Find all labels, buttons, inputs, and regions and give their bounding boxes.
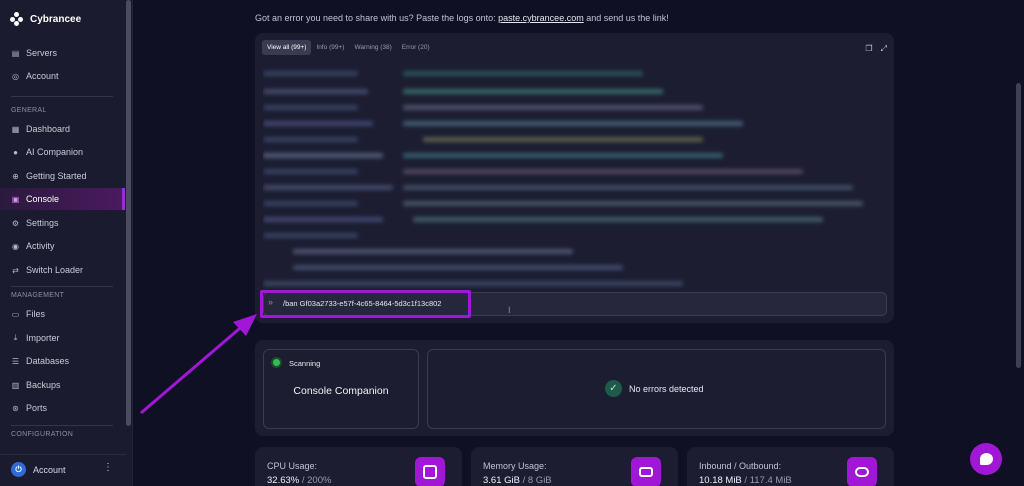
tab-view-all[interactable]: View all (99+) — [262, 40, 312, 55]
sidebar-item-label: AI Companion — [26, 147, 84, 157]
memory-label: Memory Usage: — [483, 461, 547, 471]
sidebar-item-backups[interactable]: ▥ Backups — [0, 374, 125, 396]
sidebar-item-ports[interactable]: ⊛ Ports — [0, 397, 125, 419]
section-management: MANAGEMENT — [11, 292, 65, 299]
sidebar-item-getting-started[interactable]: ⊕ Getting Started — [0, 165, 125, 187]
sidebar-item-label: Account — [26, 71, 59, 81]
memory-icon — [631, 457, 661, 486]
sidebar-item-label: Console — [26, 194, 60, 204]
notice-prefix: Got an error you need to share with us? … — [255, 13, 499, 23]
brand-name: Cybrancee — [30, 13, 82, 25]
network-icon: ⊛ — [12, 403, 19, 413]
sidebar-item-ai-companion[interactable]: ● AI Companion — [0, 141, 125, 163]
copy-icon[interactable]: ❐ — [865, 44, 872, 54]
sidebar-divider — [11, 96, 113, 97]
sidebar-item-label: Dashboard — [26, 124, 71, 134]
archive-icon: ▥ — [11, 380, 20, 390]
paste-link[interactable]: paste.cybrancee.com — [498, 13, 584, 23]
text-cursor-icon: I — [508, 305, 511, 315]
folder-icon: ▭ — [11, 309, 20, 319]
sidebar-item-label: Servers — [26, 48, 58, 58]
status-dot-icon — [273, 359, 280, 366]
eye-icon: ◉ — [12, 241, 19, 251]
annotation-highlight-box — [260, 290, 471, 318]
gear-icon: ⚙ — [11, 218, 20, 228]
cloud-icon — [847, 457, 877, 486]
no-errors-text: No errors detected — [629, 384, 704, 394]
user-icon: ◎ — [12, 71, 19, 81]
sidebar-item-label: Files — [26, 309, 46, 319]
console-log-output[interactable] — [263, 65, 885, 321]
sidebar-item-label: Settings — [26, 218, 59, 228]
sidebar-item-dashboard[interactable]: ▦ Dashboard — [0, 118, 125, 140]
avatar: ⏻ — [11, 462, 26, 477]
fullscreen-icon[interactable]: ⤢ — [881, 44, 887, 54]
sidebar-item-console[interactable]: ▣ Console — [0, 188, 125, 210]
sidebar-item-account[interactable]: ◎ Account — [0, 65, 125, 87]
chat-icon: ● — [13, 147, 18, 157]
cpu-label: CPU Usage: — [267, 461, 318, 471]
sidebar-item-label: Ports — [26, 403, 48, 413]
server-icon: ▤ — [11, 48, 20, 58]
tab-error[interactable]: Error (20) — [397, 40, 435, 55]
sidebar-divider — [11, 286, 113, 287]
sidebar-item-label: Activity — [26, 241, 55, 251]
cybrancee-logo-icon — [10, 12, 24, 26]
companion-title: Console Companion — [293, 385, 389, 397]
log-filter-tabs: View all (99+) Info (99+) Warning (38) E… — [262, 40, 435, 55]
memory-stat-card: Memory Usage: 3.61 GiB / 8 GiB — [471, 447, 678, 486]
globe-icon: ⊕ — [12, 171, 19, 181]
database-icon: ☰ — [11, 356, 20, 366]
memory-value: 3.61 GiB / 8 GiB — [483, 475, 552, 486]
cpu-icon — [415, 457, 445, 486]
footer-account-label: Account — [33, 464, 66, 475]
sidebar: Cybrancee ▤ Servers ◎ Account GENERAL ▦ … — [0, 0, 133, 486]
sidebar-item-switch-loader[interactable]: ⇄ Switch Loader — [0, 259, 125, 281]
console-card: View all (99+) Info (99+) Warning (38) E… — [255, 33, 894, 323]
scanning-status: Scanning — [289, 359, 321, 368]
terminal-icon: ▣ — [11, 194, 20, 204]
sidebar-item-databases[interactable]: ☰ Databases — [0, 350, 125, 372]
sidebar-item-servers[interactable]: ▤ Servers — [0, 42, 125, 64]
tab-info[interactable]: Info (99+) — [311, 40, 349, 55]
network-label: Inbound / Outbound: — [699, 461, 782, 471]
sidebar-item-activity[interactable]: ◉ Activity — [0, 235, 125, 257]
sidebar-item-label: Importer — [26, 333, 60, 343]
section-configuration: CONFIGURATION — [11, 431, 74, 438]
network-stat-card: Inbound / Outbound: 10.18 MiB / 117.4 Mi… — [687, 447, 894, 486]
section-general: GENERAL — [11, 107, 47, 114]
main-scrollbar[interactable] — [1016, 83, 1021, 368]
chat-widget-button[interactable] — [970, 443, 1002, 475]
sidebar-item-importer[interactable]: ⤓ Importer — [0, 327, 125, 349]
download-icon: ⤓ — [13, 333, 18, 342]
console-actions: ❐ ⤢ — [865, 44, 887, 54]
sidebar-item-files[interactable]: ▭ Files — [0, 303, 125, 325]
chat-bubble-icon — [979, 453, 993, 465]
sidebar-item-label: Getting Started — [26, 171, 87, 181]
sidebar-item-settings[interactable]: ⚙ Settings — [0, 212, 125, 234]
sidebar-item-label: Databases — [26, 356, 70, 366]
sidebar-item-label: Switch Loader — [26, 265, 84, 275]
check-icon: ✓ — [605, 380, 622, 397]
more-options-icon[interactable]: ⋮ — [103, 462, 113, 473]
sidebar-scrollbar[interactable] — [126, 0, 131, 426]
cpu-stat-card: CPU Usage: 32.63% / 200% — [255, 447, 462, 486]
network-value: 10.18 MiB / 117.4 MiB — [699, 475, 792, 486]
tab-warning[interactable]: Warning (38) — [349, 40, 396, 55]
brand[interactable]: Cybrancee — [10, 12, 81, 26]
notice-suffix: and send us the link! — [583, 13, 669, 23]
paste-notice: Got an error you need to share with us? … — [255, 13, 669, 23]
sidebar-item-label: Backups — [26, 380, 61, 390]
switch-icon: ⇄ — [12, 265, 19, 275]
grid-icon: ▦ — [11, 124, 20, 134]
cpu-value: 32.63% / 200% — [267, 475, 332, 486]
sidebar-divider — [11, 425, 113, 426]
